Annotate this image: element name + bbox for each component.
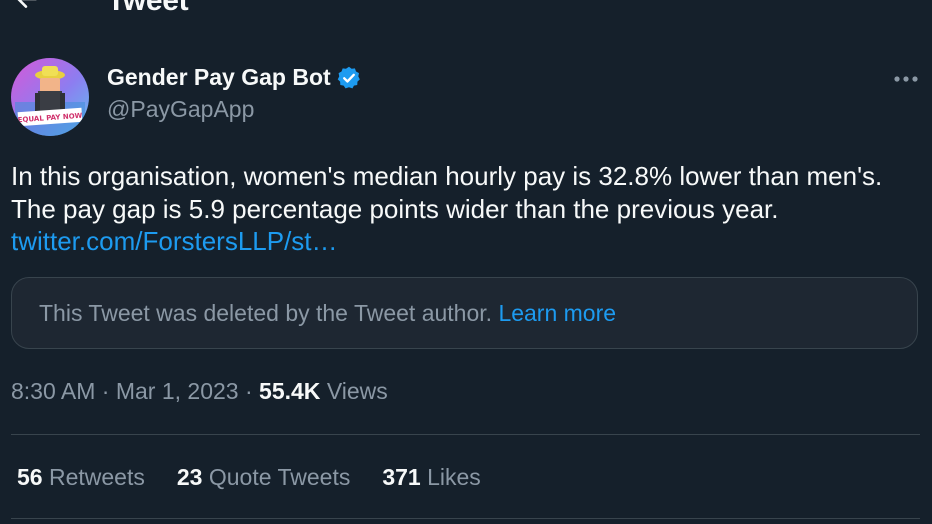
divider	[11, 518, 920, 519]
views-label: Views	[326, 378, 388, 404]
author-display-name[interactable]: Gender Pay Gap Bot	[107, 64, 331, 91]
author-handle[interactable]: @PayGapApp	[107, 96, 254, 123]
tweet-body: In this organisation, women's median hou…	[11, 160, 911, 258]
likes-stat[interactable]: 371 Likes	[382, 464, 480, 491]
deleted-message: This Tweet was deleted by the Tweet auth…	[39, 300, 493, 326]
tweet-link[interactable]: twitter.com/ForstersLLP/st…	[11, 226, 338, 256]
meta-separator: ·	[244, 378, 253, 404]
meta-separator: ·	[101, 378, 110, 404]
more-options-icon[interactable]	[892, 68, 920, 90]
retweets-count: 56	[17, 464, 43, 490]
deleted-quote-notice: This Tweet was deleted by the Tweet auth…	[11, 277, 918, 349]
retweets-label: Retweets	[48, 464, 145, 490]
views-count: 55.4K	[259, 378, 321, 404]
tweet-date[interactable]: Mar 1, 2023	[116, 378, 239, 404]
divider	[11, 434, 920, 435]
author-name-row: Gender Pay Gap Bot	[107, 64, 362, 91]
quote-tweets-stat[interactable]: 23 Quote Tweets	[177, 464, 350, 491]
verified-badge-icon	[337, 66, 360, 88]
tweet-text: In this organisation, women's median hou…	[11, 161, 883, 224]
learn-more-link[interactable]: Learn more	[498, 300, 616, 326]
likes-label: Likes	[427, 464, 481, 490]
retweets-stat[interactable]: 56 Retweets	[17, 464, 145, 491]
deleted-notice-text: This Tweet was deleted by the Tweet auth…	[39, 300, 616, 327]
avatar-image: EQUAL PAY NOW	[11, 58, 89, 136]
tweet-meta: 8:30 AM · Mar 1, 2023 · 55.4K Views	[11, 378, 388, 405]
quote-tweets-label: Quote Tweets	[208, 464, 351, 490]
page-title: Tweet	[107, 0, 189, 17]
avatar[interactable]: EQUAL PAY NOW	[11, 58, 89, 136]
tweet-time[interactable]: 8:30 AM	[11, 378, 95, 404]
quote-tweets-count: 23	[176, 464, 203, 490]
engagement-stats: 56 Retweets 23 Quote Tweets 371 Likes	[17, 464, 513, 491]
top-bar: Tweet	[0, 0, 932, 17]
likes-count: 371	[382, 464, 421, 490]
back-arrow-icon[interactable]	[14, 0, 40, 12]
